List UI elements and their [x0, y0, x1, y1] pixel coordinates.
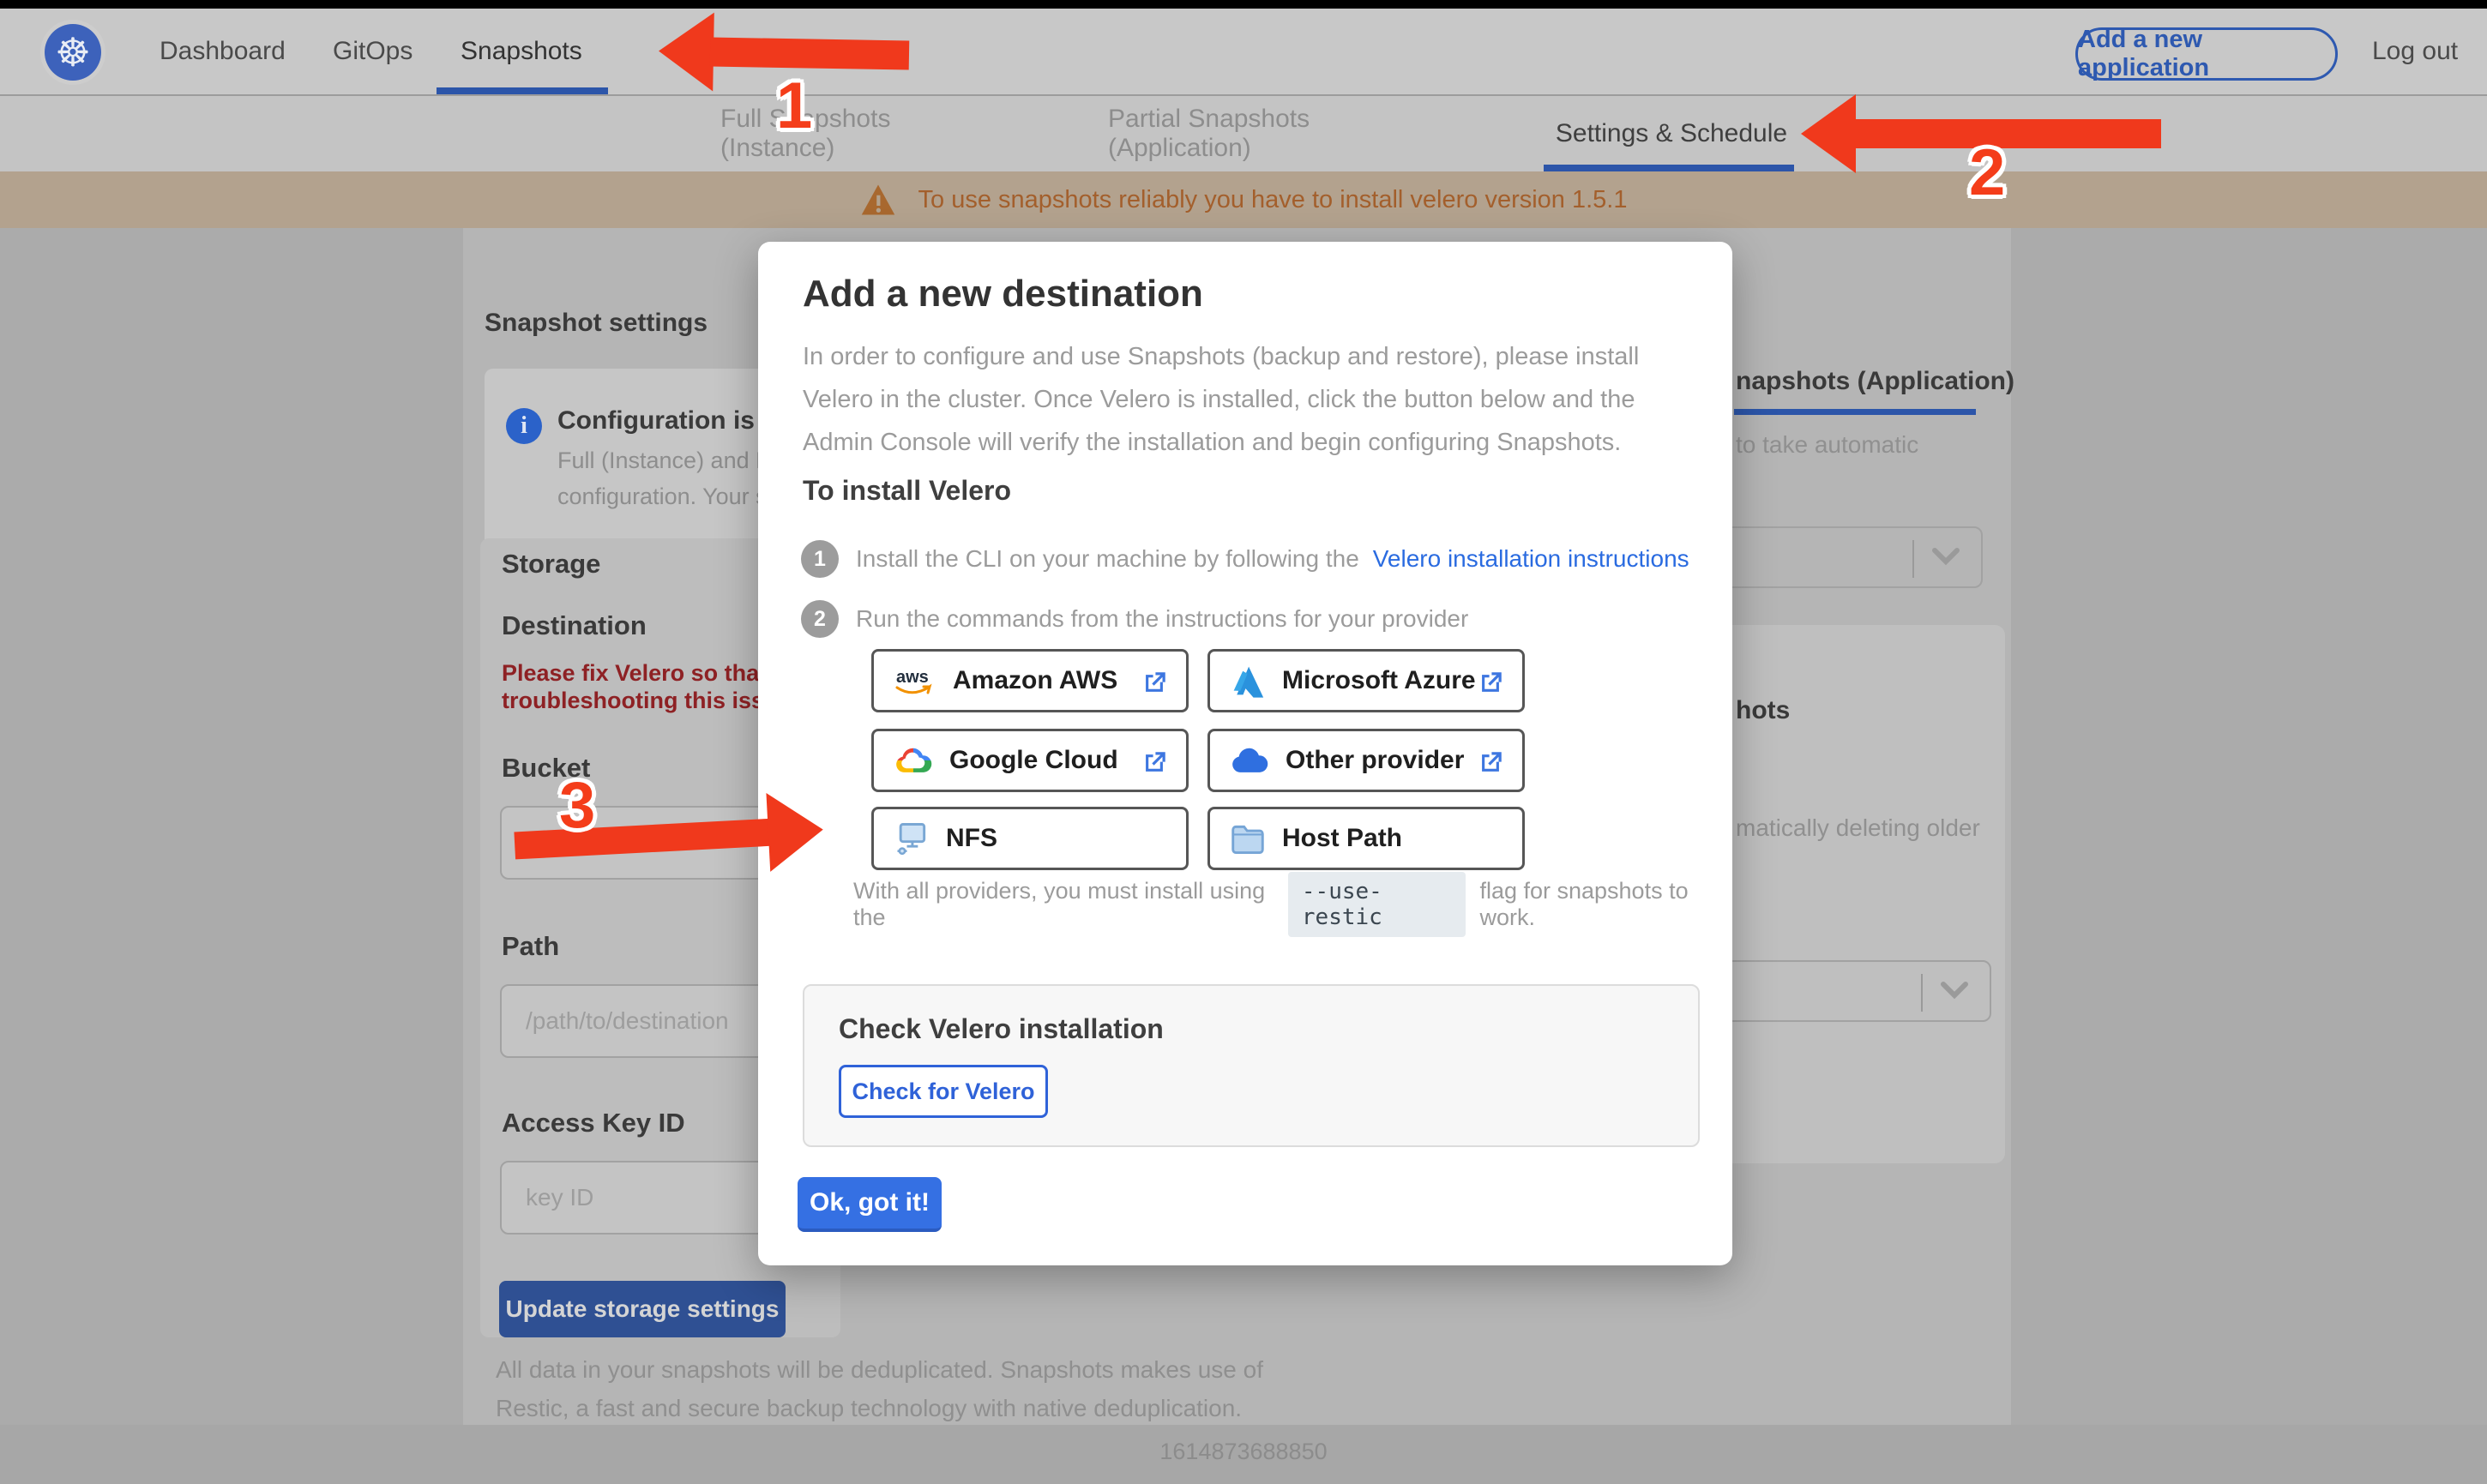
chevron-down-icon	[1940, 981, 1969, 1000]
info-icon: i	[506, 408, 542, 444]
velero-warning-banner: To use snapshots reliably you have to in…	[0, 171, 2487, 228]
top-navbar: ☸ Dashboard GitOps Snapshots Add a new a…	[0, 9, 2487, 96]
modal-intro: In order to configure and use Snapshots …	[803, 343, 1639, 371]
partial-snapshots-tab-fragment[interactable]: napshots (Application)	[1736, 367, 2014, 396]
provider-button-host-path[interactable]: Host Path	[1207, 807, 1525, 870]
aws-icon: aws	[893, 665, 937, 696]
timestamp: 1614873688850	[1159, 1439, 1327, 1465]
azure-icon	[1229, 664, 1267, 698]
modal-title: Add a new destination	[803, 273, 1203, 315]
add-destination-modal: Add a new destination In order to config…	[758, 242, 1732, 1265]
warning-icon	[860, 183, 896, 217]
provider-button-other[interactable]: Other provider	[1207, 729, 1525, 792]
dedup-footnote: All data in your snapshots will be dedup…	[496, 1356, 1263, 1384]
cloud-icon	[1229, 745, 1270, 776]
kubernetes-logo-icon: ☸	[45, 24, 101, 81]
retention-hint-fragment: matically deleting older	[1736, 814, 1980, 842]
update-storage-settings-button[interactable]: Update storage settings	[499, 1281, 786, 1337]
step-1-badge: 1	[801, 540, 839, 578]
nav-item-dashboard[interactable]: Dashboard	[160, 9, 286, 94]
external-link-icon	[1476, 748, 1505, 778]
annotation-label-2: 2	[1969, 135, 2005, 210]
retention-heading-fragment: hots	[1736, 696, 1790, 725]
check-velero-heading: Check Velero installation	[839, 1013, 1164, 1045]
browser-black-strip	[0, 0, 2487, 9]
nav-item-gitops[interactable]: GitOps	[333, 9, 412, 94]
snapshot-settings-title: Snapshot settings	[485, 309, 708, 338]
ok-got-it-button[interactable]: Ok, got it!	[798, 1177, 942, 1232]
annotation-label-1: 1	[776, 69, 812, 143]
step-2-text: Run the commands from the instructions f…	[856, 605, 1468, 633]
destination-heading: Destination	[502, 610, 647, 641]
nfs-icon	[893, 820, 930, 857]
velero-error-text: troubleshooting this issue	[502, 688, 792, 714]
tab-settings-schedule[interactable]: Settings & Schedule	[1549, 96, 1794, 171]
info-card-title: Configuration is sh	[557, 406, 792, 436]
provider-button-aws[interactable]: aws Amazon AWS	[871, 649, 1189, 712]
check-velero-panel: Check Velero installation Check for Vele…	[803, 984, 1700, 1147]
external-link-icon	[1476, 669, 1505, 698]
annotation-label-3: 3	[559, 768, 595, 843]
logout-button[interactable]: Log out	[2372, 9, 2458, 94]
install-step-1: 1 Install the CLI on your machine by fol…	[801, 540, 1689, 578]
provider-label: NFS	[946, 824, 997, 853]
provider-label: Other provider	[1286, 746, 1464, 775]
step-1-text: Install the CLI on your machine by follo…	[856, 545, 1359, 573]
restic-note: With all providers, you must install usi…	[853, 883, 1732, 926]
provider-button-nfs[interactable]: NFS	[871, 807, 1189, 870]
velero-instructions-link[interactable]: Velero installation instructions	[1373, 545, 1689, 573]
dedup-footnote: Restic, a fast and secure backup technol…	[496, 1395, 1242, 1422]
provider-label: Amazon AWS	[953, 666, 1117, 695]
external-link-icon	[1140, 669, 1169, 698]
install-velero-heading: To install Velero	[803, 475, 1011, 507]
provider-button-google-cloud[interactable]: Google Cloud	[871, 729, 1189, 792]
chevron-down-icon	[1931, 547, 1960, 566]
install-step-2: 2 Run the commands from the instructions…	[801, 600, 1468, 638]
restic-note-text: With all providers, you must install usi…	[853, 878, 1274, 931]
use-restic-flag-chip: --use-restic	[1288, 872, 1466, 937]
provider-label: Host Path	[1282, 824, 1402, 853]
schedule-hint-fragment: to take automatic	[1736, 431, 1918, 459]
step-2-badge: 2	[801, 600, 839, 638]
nav-item-snapshots[interactable]: Snapshots	[461, 9, 582, 94]
add-new-application-button[interactable]: Add a new application	[2075, 27, 2338, 81]
footer-bar: 1614873688850	[0, 1425, 2487, 1484]
schedule-frequency-select[interactable]	[1698, 526, 1983, 588]
active-nav-underline	[437, 87, 608, 94]
provider-button-azure[interactable]: Microsoft Azure	[1207, 649, 1525, 712]
provider-label: Microsoft Azure	[1282, 666, 1476, 695]
right-tab-underline	[1734, 409, 1976, 415]
path-label: Path	[502, 931, 559, 962]
svg-text:aws: aws	[896, 668, 929, 687]
access-key-id-label: Access Key ID	[502, 1108, 685, 1139]
folder-icon	[1229, 821, 1267, 856]
retention-select[interactable]	[1698, 960, 1991, 1022]
tab-partial-snapshots[interactable]: Partial Snapshots (Application)	[1108, 96, 1453, 171]
restic-note-text: flag for snapshots to work.	[1479, 878, 1732, 931]
google-cloud-icon	[893, 744, 934, 777]
provider-label: Google Cloud	[949, 746, 1118, 775]
modal-intro: Admin Console will verify the installati…	[803, 429, 1621, 457]
app-root: ☸ Dashboard GitOps Snapshots Add a new a…	[0, 0, 2487, 1484]
active-tab-underline	[1544, 165, 1794, 171]
velero-error-text: Please fix Velero so that th	[502, 660, 795, 687]
modal-intro: Velero in the cluster. Once Velero is in…	[803, 386, 1635, 414]
warning-text: To use snapshots reliably you have to in…	[918, 186, 1628, 214]
external-link-icon	[1140, 748, 1169, 778]
storage-heading: Storage	[502, 549, 600, 580]
check-for-velero-button[interactable]: Check for Velero	[839, 1065, 1048, 1118]
tab-full-snapshots[interactable]: Full Snapshots (Instance)	[720, 96, 1005, 171]
